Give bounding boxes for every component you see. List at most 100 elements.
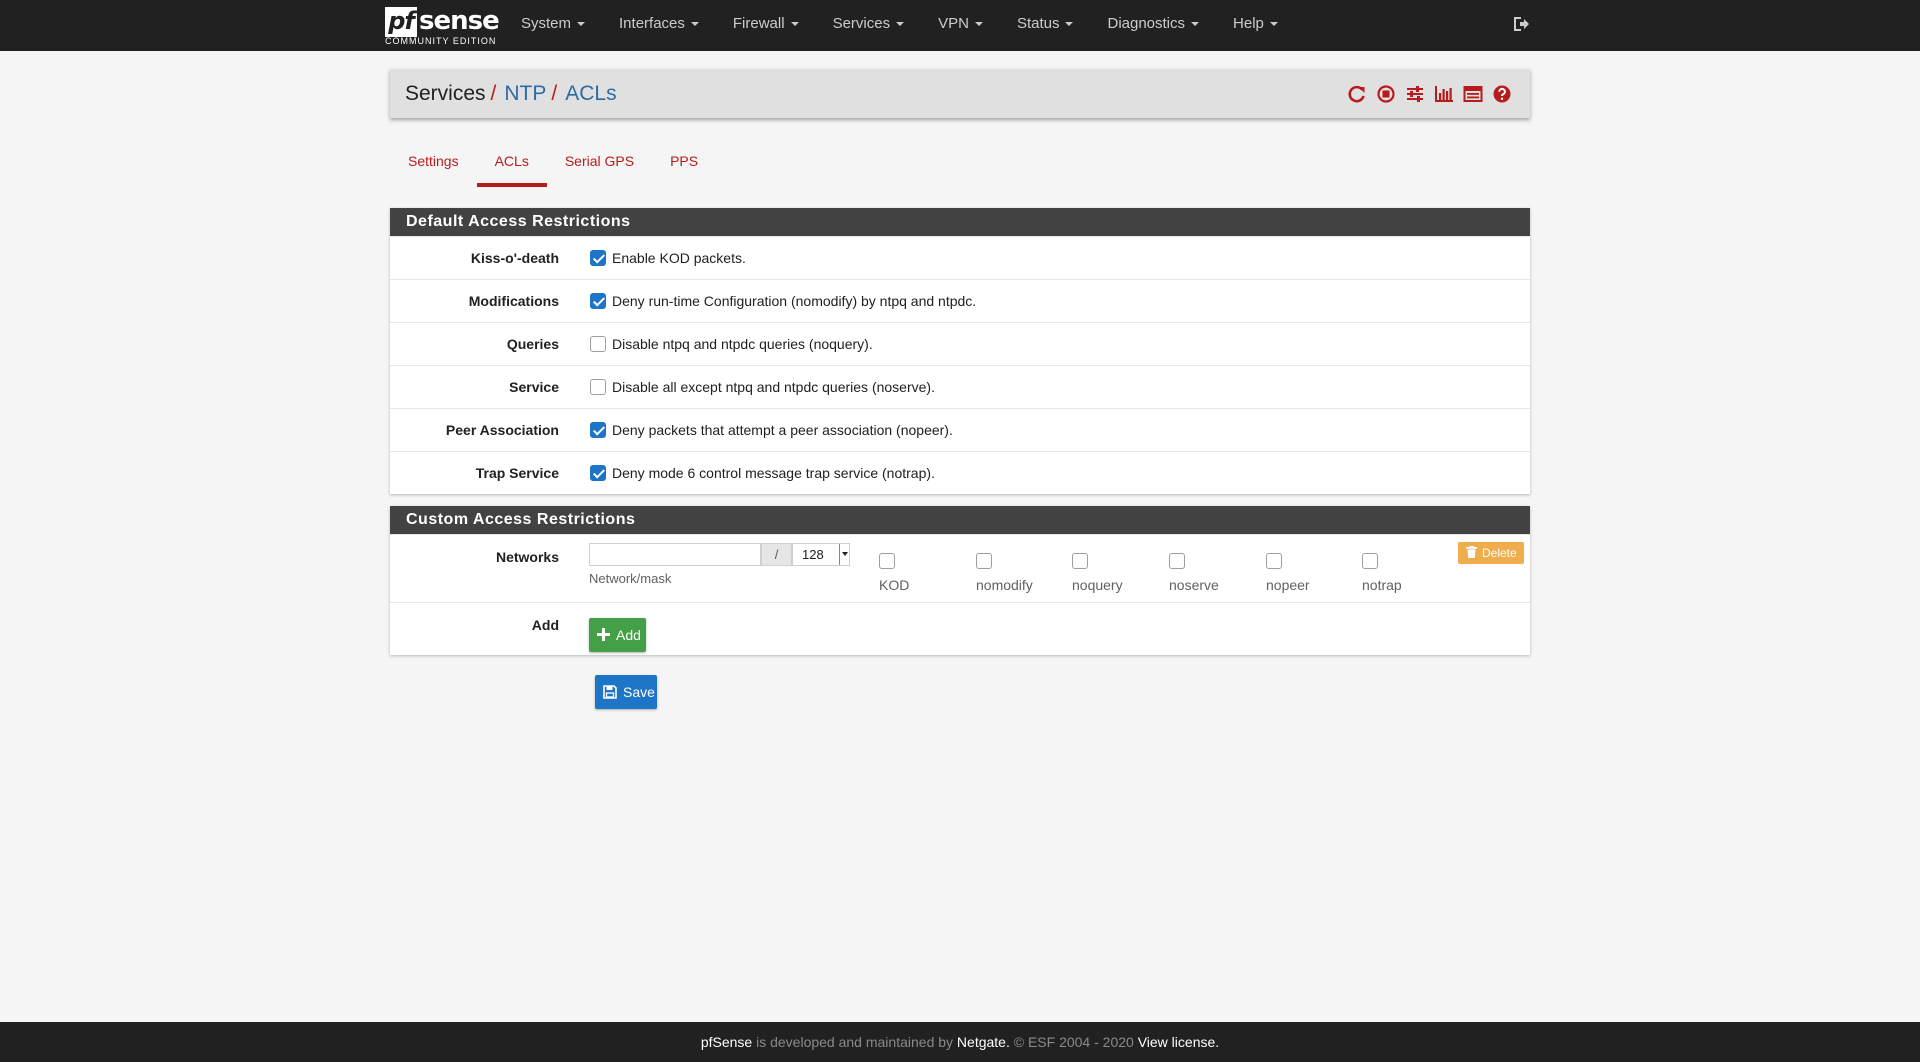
main-menu: System Interfaces Firewall Services VPN … — [504, 0, 1295, 51]
caret-down-icon — [896, 22, 905, 27]
plus-icon — [597, 628, 610, 642]
help-icon[interactable] — [1492, 84, 1512, 104]
tab-serial-gps[interactable]: Serial GPS — [547, 140, 652, 187]
nopeer-flag-label: nopeer — [1266, 577, 1310, 593]
flag-nomodify: nomodify — [976, 553, 1033, 593]
sign-out-icon[interactable] — [1512, 15, 1530, 33]
caret-down-icon — [690, 22, 699, 27]
tab-acls[interactable]: ACLs — [476, 140, 547, 187]
menu-system[interactable]: System — [504, 0, 602, 51]
nomodify-flag-label: nomodify — [976, 577, 1033, 593]
noserve-flag-checkbox[interactable] — [1169, 553, 1185, 569]
nopeer-text: Deny packets that attempt a peer associa… — [612, 422, 953, 438]
top-navbar: pf sense COMMUNITY EDITION System Interf… — [0, 0, 1920, 51]
save-button[interactable]: Save — [595, 675, 657, 709]
dropdown-arrow-icon — [839, 544, 849, 565]
footer-brand: pfSense — [700, 1034, 753, 1050]
menu-vpn[interactable]: VPN — [921, 0, 1000, 51]
settings-sliders-icon[interactable] — [1405, 84, 1425, 104]
trap-service-row: Trap Service Deny mode 6 control message… — [390, 451, 1530, 494]
tab-pps[interactable]: PPS — [652, 140, 716, 187]
caret-down-icon — [1269, 22, 1278, 27]
menu-label: VPN — [938, 15, 969, 32]
menu-help[interactable]: Help — [1216, 0, 1295, 51]
networks-label: Networks — [495, 549, 559, 565]
flag-notrap: notrap — [1362, 553, 1402, 593]
flag-noquery: noquery — [1072, 553, 1123, 593]
delete-row-button[interactable]: Delete — [1458, 542, 1524, 564]
add-button[interactable]: Add — [589, 618, 646, 652]
footer-netgate-link[interactable]: Netgate. — [957, 1034, 1010, 1050]
nomodify-text: Deny run-time Configuration (nomodify) b… — [612, 293, 977, 309]
page-footer: pfSense is developed and maintained by N… — [0, 1022, 1920, 1062]
mask-value: 128 — [802, 547, 824, 562]
caret-down-icon — [1065, 22, 1074, 27]
queries-label: Queries — [506, 336, 559, 352]
menu-firewall[interactable]: Firewall — [716, 0, 816, 51]
breadcrumb-ntp[interactable]: NTP — [504, 82, 546, 105]
menu-diagnostics[interactable]: Diagnostics — [1090, 0, 1216, 51]
add-button-label: Add — [616, 627, 641, 643]
footer-license-link[interactable]: View license. — [1138, 1034, 1219, 1050]
status-graph-icon[interactable] — [1434, 84, 1454, 104]
nomodify-checkbox[interactable] — [590, 293, 606, 309]
service-icons — [1347, 84, 1512, 104]
menu-label: Status — [1016, 15, 1060, 32]
nopeer-checkbox[interactable] — [590, 422, 606, 438]
noserve-option: Disable all except ntpq and ntpdc querie… — [590, 379, 935, 395]
logo-sense: sense — [419, 6, 500, 36]
notrap-text: Deny mode 6 control message trap service… — [612, 465, 935, 481]
kod-row: Kiss-o'-death Enable KOD packets. — [390, 236, 1530, 279]
mask-select[interactable]: 128 — [792, 543, 850, 566]
notrap-option: Deny mode 6 control message trap service… — [590, 465, 935, 481]
add-label: Add — [531, 617, 559, 633]
caret-down-icon — [1191, 22, 1200, 27]
breadcrumb-acls[interactable]: ACLs — [565, 82, 616, 105]
delete-label: Delete — [1482, 546, 1517, 560]
tab-settings[interactable]: Settings — [390, 140, 477, 187]
network-mask-hint: Network/mask — [589, 571, 672, 586]
nopeer-flag-checkbox[interactable] — [1266, 553, 1282, 569]
modifications-row: Modifications Deny run-time Configuratio… — [390, 279, 1530, 322]
noserve-flag-label: noserve — [1169, 577, 1219, 593]
mask-separator: / — [761, 543, 792, 566]
notrap-checkbox[interactable] — [590, 465, 606, 481]
menu-label: Firewall — [732, 15, 785, 32]
noserve-checkbox[interactable] — [590, 379, 606, 395]
kod-flag-checkbox[interactable] — [879, 553, 895, 569]
menu-services[interactable]: Services — [816, 0, 922, 51]
save-label: Save — [623, 684, 655, 700]
panel-title: Custom Access Restrictions — [390, 506, 1530, 534]
peer-association-label: Peer Association — [445, 422, 559, 438]
log-list-icon[interactable] — [1463, 84, 1483, 104]
service-label: Service — [509, 379, 559, 395]
menu-label: Help — [1233, 15, 1264, 32]
notrap-flag-checkbox[interactable] — [1362, 553, 1378, 569]
network-address-input[interactable] — [589, 543, 761, 566]
logo-pf: pf — [385, 7, 417, 37]
default-access-panel: Default Access Restrictions Kiss-o'-deat… — [390, 208, 1530, 494]
caret-down-icon — [790, 22, 799, 27]
kod-checkbox[interactable] — [590, 250, 606, 266]
caret-down-icon — [974, 22, 983, 27]
nomodify-flag-checkbox[interactable] — [976, 553, 992, 569]
flag-nopeer: nopeer — [1266, 553, 1310, 593]
menu-interfaces[interactable]: Interfaces — [602, 0, 716, 51]
trash-icon — [1466, 546, 1477, 559]
menu-status[interactable]: Status — [1000, 0, 1091, 51]
noquery-flag-label: noquery — [1072, 577, 1123, 593]
noquery-checkbox[interactable] — [590, 336, 606, 352]
restart-service-icon[interactable] — [1347, 84, 1367, 104]
add-row: Add Add — [390, 602, 1530, 655]
notrap-flag-label: notrap — [1362, 577, 1402, 593]
breadcrumb-separator: / — [551, 82, 558, 105]
menu-label: Diagnostics — [1107, 15, 1186, 32]
noquery-flag-checkbox[interactable] — [1072, 553, 1088, 569]
custom-access-panel: Custom Access Restrictions Networks / 12… — [390, 506, 1530, 655]
menu-label: System — [521, 15, 572, 32]
breadcrumb-separator: / — [490, 82, 497, 105]
pfsense-logo[interactable]: pf sense COMMUNITY EDITION — [385, 5, 500, 47]
stop-service-icon[interactable] — [1376, 84, 1396, 104]
floppy-disk-icon — [603, 684, 617, 699]
panel-title: Default Access Restrictions — [390, 208, 1530, 236]
